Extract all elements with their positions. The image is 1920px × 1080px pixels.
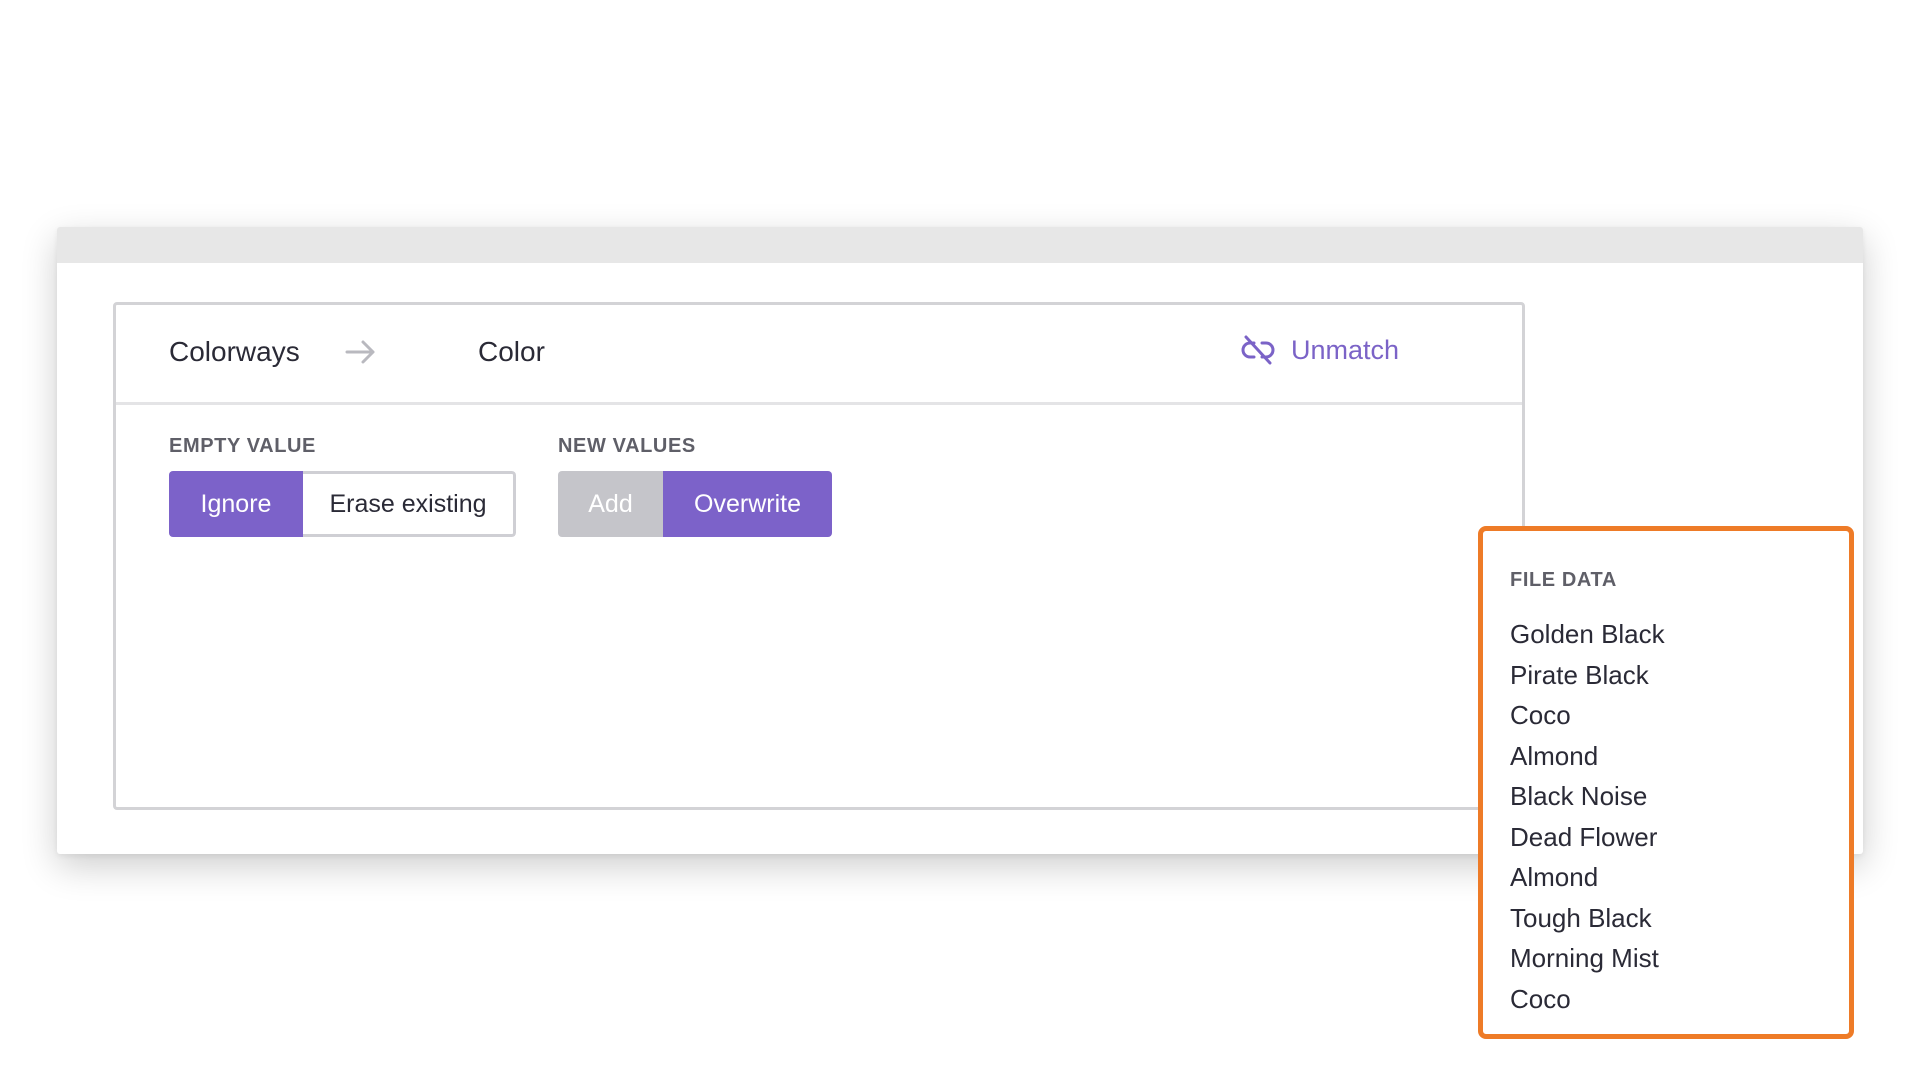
file-data-item: Morning Mist — [1510, 943, 1659, 973]
mapping-card: Colorways Color Unmatch EMPTY VALUE Igno… — [57, 227, 1863, 1039]
unlink-icon — [1241, 335, 1275, 365]
file-data-list: Golden Black Pirate Black Coco Almond Bl… — [1510, 614, 1665, 1019]
arrow-right-icon — [345, 340, 375, 364]
field-mapping-panel: Colorways Color Unmatch EMPTY VALUE Igno… — [113, 302, 1525, 810]
unmatch-label: Unmatch — [1291, 334, 1400, 365]
mapping-header: Colorways Color Unmatch — [116, 305, 1522, 405]
file-data-item: Tough Black — [1510, 902, 1652, 933]
unmatch-button[interactable]: Unmatch — [1239, 333, 1399, 367]
empty-value-toggle: Ignore Erase existing — [169, 471, 516, 537]
overwrite-button[interactable]: Overwrite — [663, 471, 832, 537]
target-field-name: Color — [478, 336, 545, 367]
file-data-item: Pirate Black — [1510, 659, 1649, 690]
file-data-item: Dead Flower — [1510, 821, 1658, 852]
file-data-title: FILE DATA — [1510, 569, 1617, 591]
file-data-item: Coco — [1510, 983, 1571, 1014]
erase-existing-button[interactable]: Erase existing — [303, 471, 516, 537]
new-values-label: NEW VALUES — [558, 435, 696, 457]
empty-value-label: EMPTY VALUE — [169, 435, 316, 457]
file-data-item: Coco — [1510, 700, 1571, 730]
file-data-item: Almond — [1510, 740, 1599, 771]
file-data-panel: FILE DATA Golden Black Pirate Black Coco… — [1478, 526, 1854, 1039]
add-button[interactable]: Add — [558, 471, 663, 537]
file-data-item: Black Noise — [1510, 781, 1648, 811]
file-data-item: Golden Black — [1510, 619, 1665, 649]
source-field-name: Colorways — [169, 336, 300, 367]
ignore-button[interactable]: Ignore — [169, 471, 303, 537]
card-topbar — [57, 227, 1863, 263]
new-values-toggle: Add Overwrite — [558, 471, 832, 537]
file-data-item: Almond — [1510, 862, 1599, 892]
